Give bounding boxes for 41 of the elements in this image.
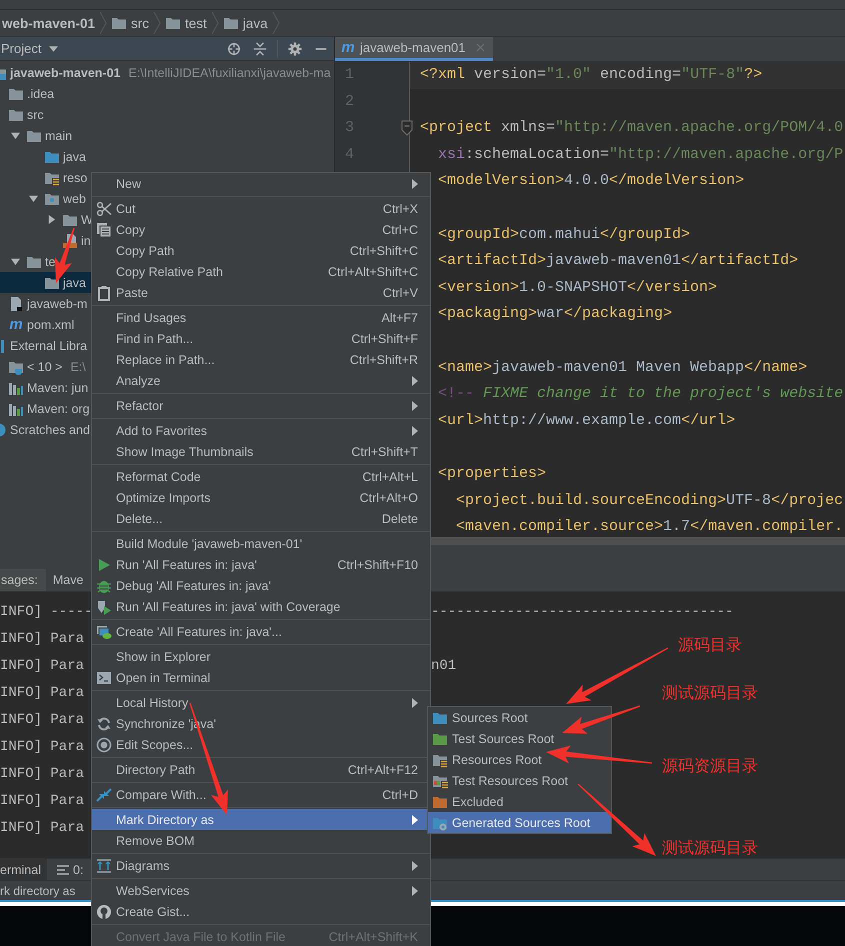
console-line: INFO] Para bbox=[0, 766, 86, 782]
code-line: xsi:schemaLocation="http://maven.apache.org/P bbox=[437, 144, 844, 165]
annotation-text: 测试源码目录 bbox=[662, 838, 758, 859]
shortcut-text: Ctrl+Alt+L bbox=[362, 470, 418, 484]
annotation-text: 测试源码目录 bbox=[662, 683, 758, 704]
console-line: INFO] Para bbox=[0, 738, 86, 754]
shortcut-text: Ctrl+Alt+Shift+C bbox=[328, 264, 418, 278]
shortcut-text: Delete bbox=[382, 512, 418, 526]
console-line: INFO] Para bbox=[0, 820, 86, 836]
panel-title: sages: bbox=[0, 569, 46, 591]
status-text: rk directory as bbox=[0, 884, 76, 898]
console-line: n01 bbox=[431, 658, 456, 674]
shortcut-text: Ctrl+Shift+F10 bbox=[337, 558, 418, 572]
console-line: INFO] Para bbox=[0, 630, 86, 646]
shortcut-text: Ctrl+Alt+F12 bbox=[348, 762, 418, 776]
console-line: INFO] ----- bbox=[0, 604, 91, 620]
console-line: INFO] Para bbox=[0, 658, 86, 674]
path-text: E:\IntelliJIDEA\fuxilianxi\javaweb-ma bbox=[128, 66, 331, 80]
code-line: <!-- FIXME change it to the project's website bbox=[437, 384, 844, 404]
console-line: INFO] Para bbox=[0, 712, 86, 728]
console-line: INFO] Para bbox=[0, 684, 86, 700]
shortcut-text: Ctrl+C bbox=[382, 222, 418, 236]
shortcut-text: Ctrl+Shift+F bbox=[351, 332, 418, 346]
file-type-letter: m bbox=[340, 40, 356, 55]
shortcut-text: Ctrl+Shift+R bbox=[350, 352, 418, 366]
path-text: E:\ bbox=[70, 360, 86, 374]
shortcut-text: Ctrl+Shift+C bbox=[350, 244, 418, 258]
shortcut-text: Ctrl+Shift+T bbox=[351, 444, 418, 458]
annotation-text: 源码目录 bbox=[678, 635, 742, 656]
file-type-letter: m bbox=[8, 317, 24, 332]
code-line: <modelVersion>4.0.0</modelVersion> bbox=[437, 171, 746, 192]
annotation-text: 源码资源目录 bbox=[662, 756, 758, 777]
shortcut-text: Alt+F7 bbox=[382, 310, 418, 324]
shortcut-text: Ctrl+V bbox=[382, 286, 418, 300]
code-line: <url>http://www.example.com</url> bbox=[437, 410, 736, 431]
shortcut-text: Ctrl+D bbox=[382, 788, 418, 802]
shortcut-text: Ctrl+X bbox=[382, 202, 418, 216]
console-line: INFO] Para bbox=[0, 792, 86, 808]
shortcut-text: Ctrl+Alt+O bbox=[360, 490, 418, 504]
code-line: <project xmlns="http://maven.apache.org/POM/4.0 bbox=[419, 118, 844, 138]
console-line: ------------------------------------ bbox=[431, 604, 734, 620]
